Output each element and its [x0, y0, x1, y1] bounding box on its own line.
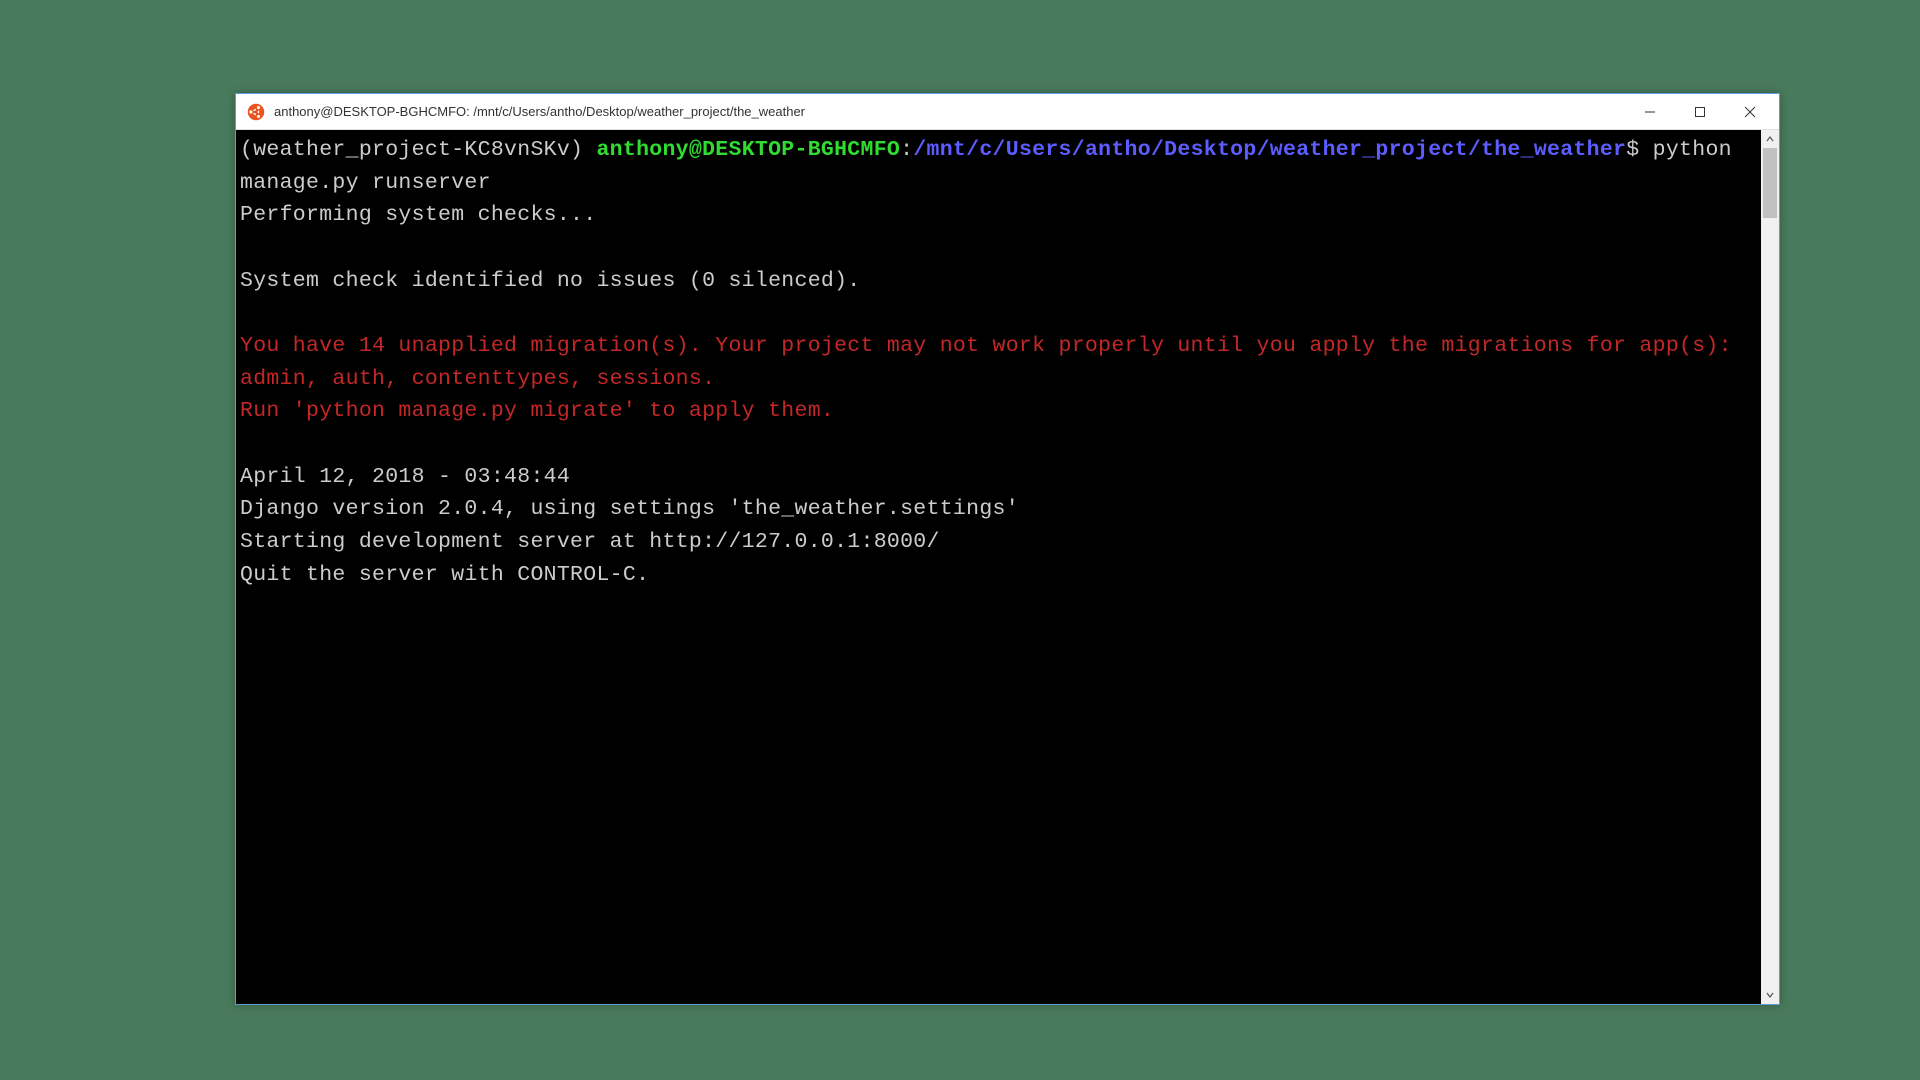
output-warning: Run 'python manage.py migrate' to apply … — [240, 399, 834, 423]
output-warning: You have 14 unapplied migration(s). Your… — [240, 334, 1745, 391]
minimize-button[interactable] — [1625, 94, 1675, 130]
output-line: Django version 2.0.4, using settings 'th… — [240, 497, 1019, 521]
scrollbar-track[interactable] — [1761, 148, 1779, 986]
output-line: Performing system checks... — [240, 203, 596, 227]
scrollbar-thumb[interactable] — [1763, 148, 1777, 218]
prompt-colon: : — [900, 138, 913, 162]
ubuntu-icon — [246, 102, 266, 122]
prompt-user-host: anthony@DESKTOP-BGHCMFO — [596, 138, 900, 162]
close-button[interactable] — [1725, 94, 1775, 130]
terminal-window: anthony@DESKTOP-BGHCMFO: /mnt/c/Users/an… — [235, 93, 1780, 1005]
scrollbar[interactable] — [1761, 130, 1779, 1004]
output-line: April 12, 2018 - 03:48:44 — [240, 465, 570, 489]
scrollbar-up-icon[interactable] — [1761, 130, 1779, 148]
window-title: anthony@DESKTOP-BGHCMFO: /mnt/c/Users/an… — [274, 104, 1625, 119]
maximize-button[interactable] — [1675, 94, 1725, 130]
terminal-body[interactable]: (weather_project-KC8vnSKv) anthony@DESKT… — [236, 130, 1779, 1004]
output-line: Quit the server with CONTROL-C. — [240, 563, 649, 587]
prompt-venv: (weather_project-KC8vnSKv) — [240, 138, 596, 162]
terminal-content[interactable]: (weather_project-KC8vnSKv) anthony@DESKT… — [236, 130, 1761, 1004]
window-controls — [1625, 94, 1775, 130]
prompt-dollar: $ — [1626, 138, 1652, 162]
prompt-path: /mnt/c/Users/antho/Desktop/weather_proje… — [913, 138, 1626, 162]
output-line: Starting development server at http://12… — [240, 530, 940, 554]
scrollbar-down-icon[interactable] — [1761, 986, 1779, 1004]
titlebar[interactable]: anthony@DESKTOP-BGHCMFO: /mnt/c/Users/an… — [236, 94, 1779, 130]
output-line: System check identified no issues (0 sil… — [240, 269, 861, 293]
